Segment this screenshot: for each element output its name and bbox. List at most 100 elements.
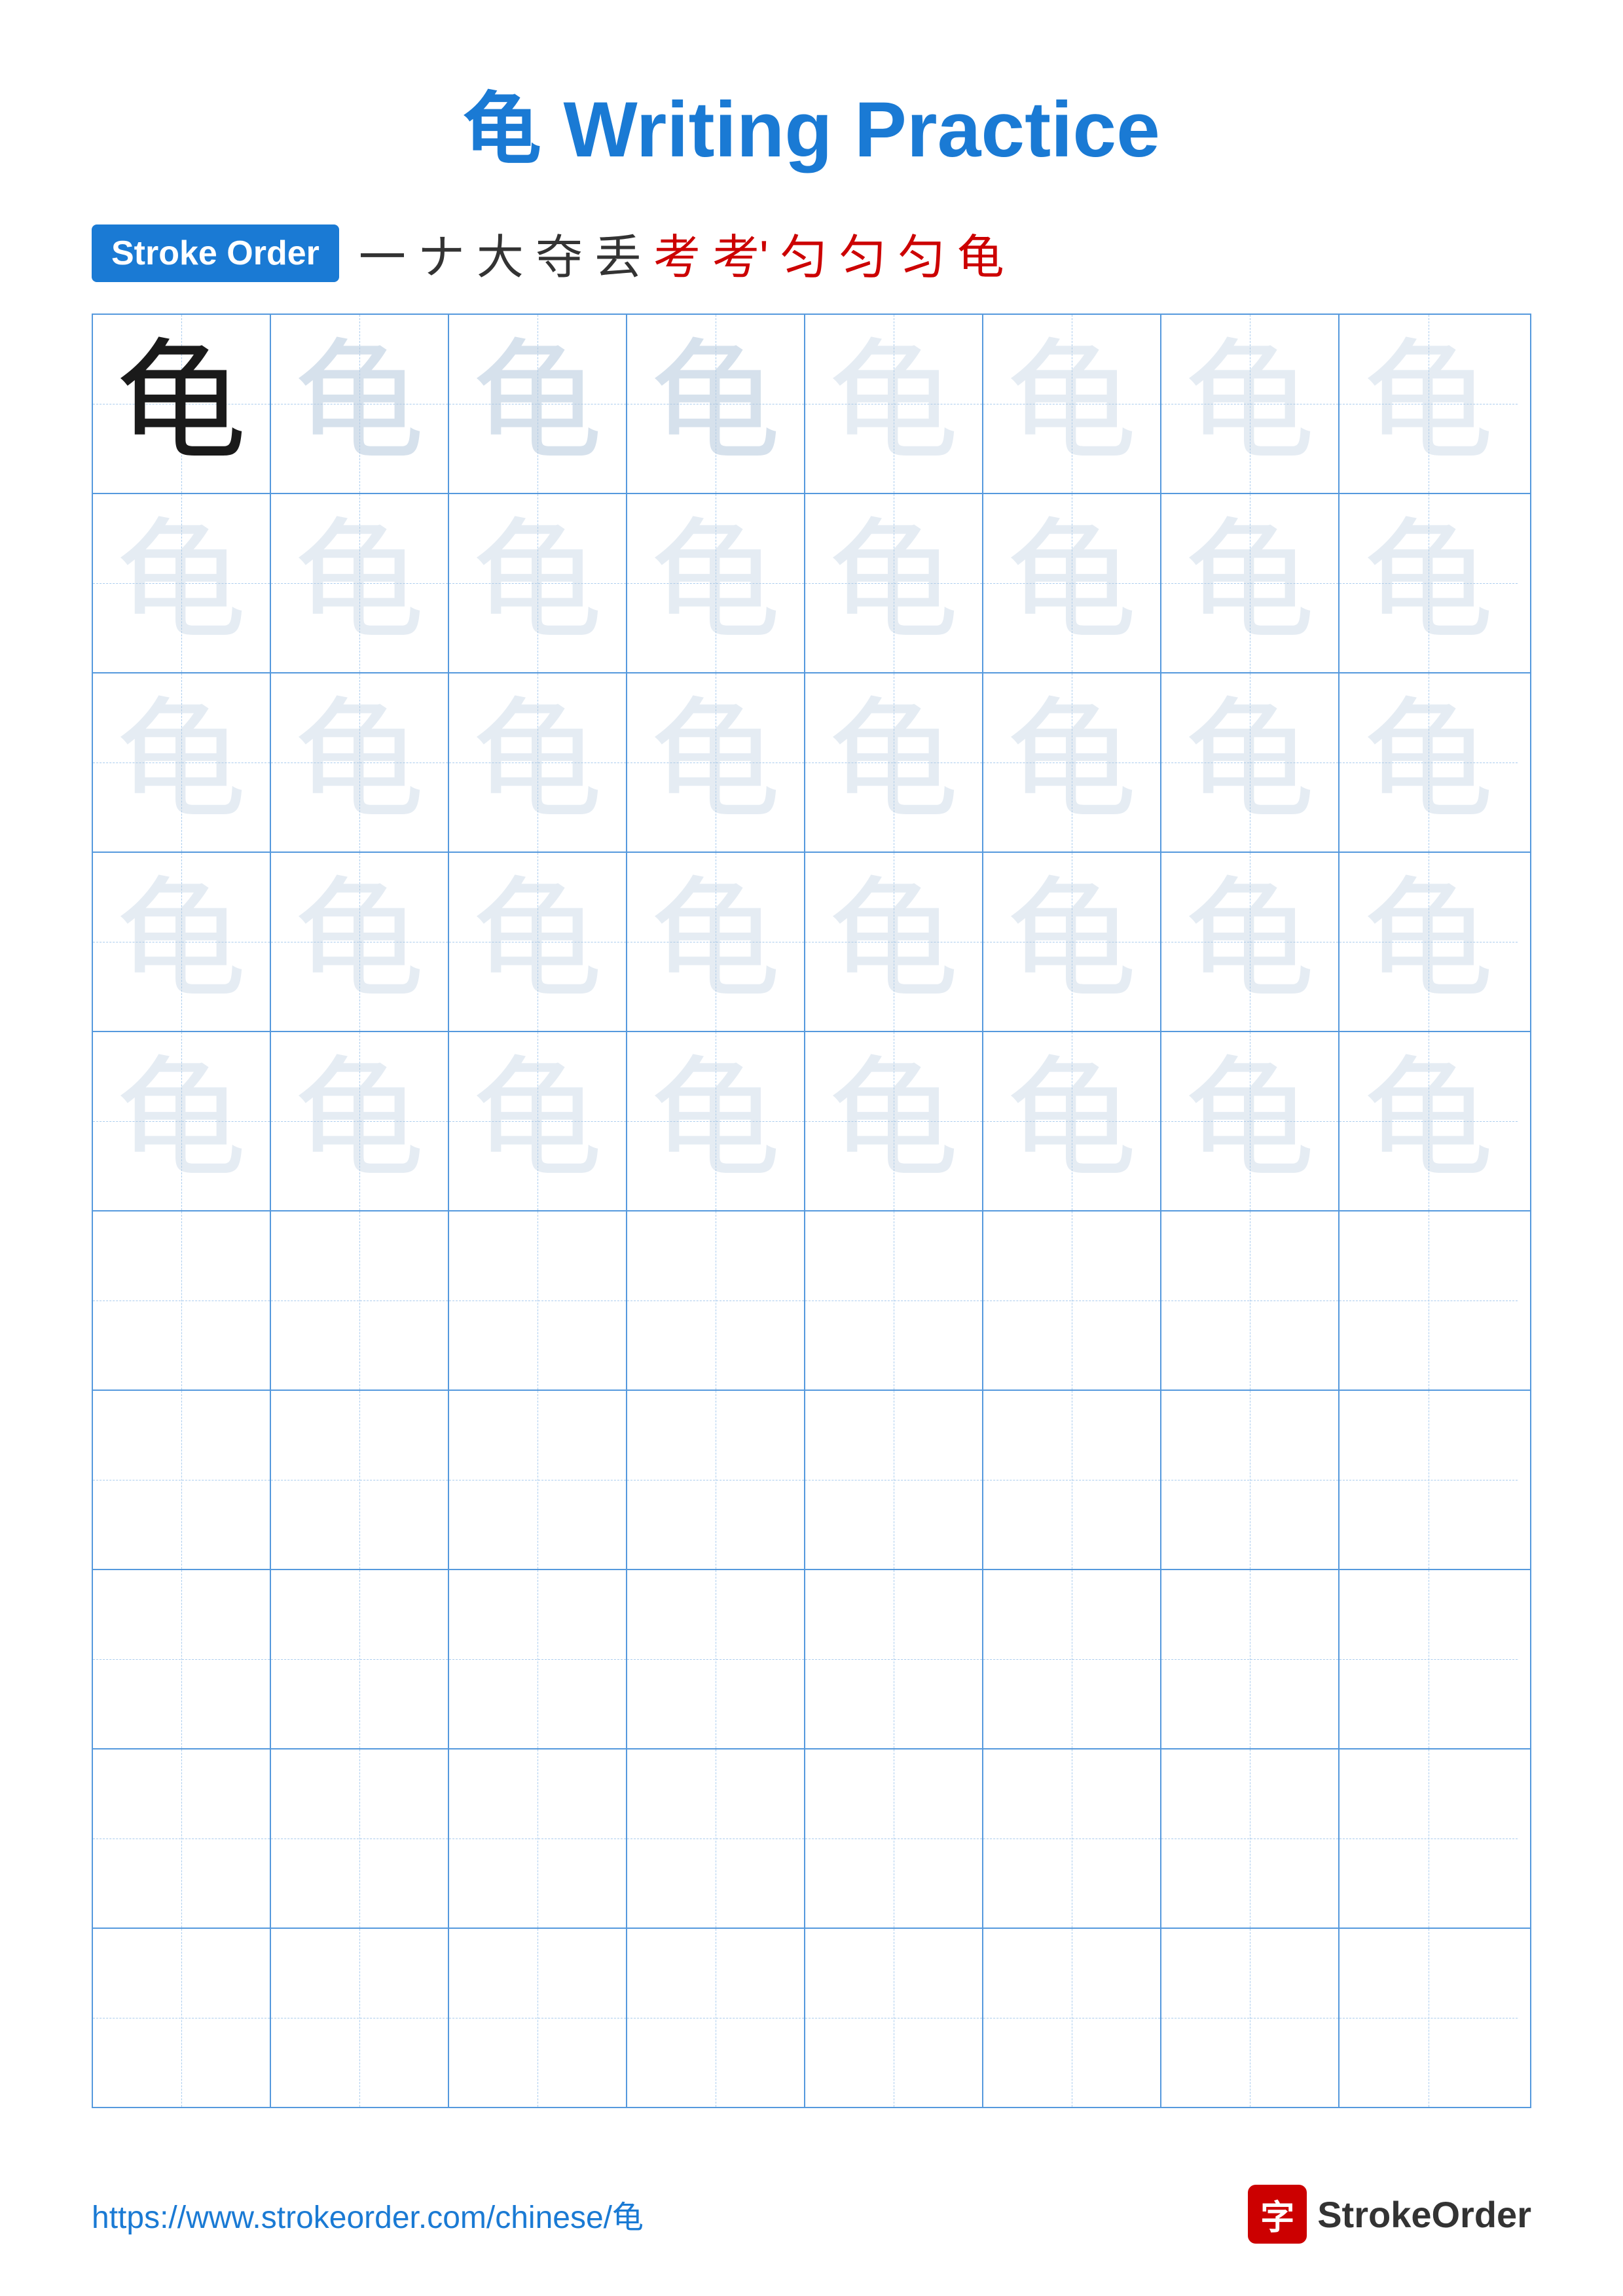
grid-cell[interactable] [271, 1570, 449, 1748]
grid-cell[interactable] [449, 1929, 627, 2107]
footer-logo: 字 StrokeOrder [1248, 2185, 1531, 2244]
grid-cell[interactable]: 龟 [627, 494, 805, 672]
grid-cell[interactable] [983, 1570, 1161, 1748]
stroke-6: 考 [653, 219, 701, 287]
grid-cell[interactable]: 龟 [805, 1032, 983, 1210]
grid-cell[interactable] [627, 1749, 805, 1928]
grid-cell[interactable]: 龟 [805, 315, 983, 493]
grid-cell[interactable]: 龟 [449, 315, 627, 493]
grid-cell[interactable] [93, 1391, 271, 1569]
grid-cell[interactable]: 龟 [983, 853, 1161, 1031]
practice-char: 龟 [116, 518, 247, 649]
stroke-4: 夺 [536, 219, 583, 287]
grid-cell[interactable]: 龟 [1340, 494, 1518, 672]
grid-cell[interactable]: 龟 [627, 853, 805, 1031]
grid-cell[interactable] [805, 1749, 983, 1928]
grid-cell[interactable] [449, 1391, 627, 1569]
grid-cell[interactable]: 龟 [449, 673, 627, 852]
grid-cell[interactable]: 龟 [805, 853, 983, 1031]
grid-cell[interactable]: 龟 [1161, 494, 1340, 672]
grid-cell[interactable] [1340, 1570, 1518, 1748]
grid-cell[interactable]: 龟 [93, 315, 271, 493]
grid-cell[interactable] [271, 1391, 449, 1569]
practice-char: 龟 [650, 697, 781, 828]
grid-cell[interactable] [271, 1211, 449, 1390]
grid-cell[interactable] [271, 1749, 449, 1928]
grid-cell[interactable]: 龟 [805, 673, 983, 852]
grid-cell[interactable] [627, 1391, 805, 1569]
grid-cell[interactable]: 龟 [627, 315, 805, 493]
grid-cell[interactable]: 龟 [1340, 673, 1518, 852]
grid-cell[interactable]: 龟 [271, 853, 449, 1031]
practice-char: 龟 [1363, 876, 1494, 1007]
stroke-order-section: Stroke Order 一 ナ 大 夺 丢 考 考' 匀 匀 匀 龟 [0, 219, 1623, 287]
grid-cell[interactable] [627, 1570, 805, 1748]
practice-char: 龟 [294, 1056, 425, 1187]
grid-cell[interactable] [1161, 1570, 1340, 1748]
grid-cell[interactable]: 龟 [93, 494, 271, 672]
grid-cell[interactable]: 龟 [449, 494, 627, 672]
grid-cell[interactable] [805, 1570, 983, 1748]
grid-cell[interactable] [93, 1929, 271, 2107]
grid-cell[interactable]: 龟 [1161, 315, 1340, 493]
grid-cell[interactable] [627, 1211, 805, 1390]
grid-cell[interactable] [1161, 1211, 1340, 1390]
grid-row: 龟龟龟龟龟龟龟龟 [93, 853, 1530, 1032]
stroke-7: 考' [712, 219, 769, 287]
grid-row [93, 1211, 1530, 1391]
grid-cell[interactable] [93, 1749, 271, 1928]
grid-cell[interactable] [1161, 1749, 1340, 1928]
grid-cell[interactable]: 龟 [271, 1032, 449, 1210]
practice-char: 龟 [1184, 518, 1315, 649]
grid-cell[interactable]: 龟 [271, 673, 449, 852]
grid-cell[interactable] [805, 1211, 983, 1390]
grid-cell[interactable]: 龟 [271, 315, 449, 493]
practice-char: 龟 [650, 518, 781, 649]
grid-cell[interactable] [983, 1929, 1161, 2107]
practice-grid[interactable]: 龟龟龟龟龟龟龟龟龟龟龟龟龟龟龟龟龟龟龟龟龟龟龟龟龟龟龟龟龟龟龟龟龟龟龟龟龟龟龟龟 [92, 314, 1531, 2108]
grid-cell[interactable] [983, 1391, 1161, 1569]
grid-cell[interactable]: 龟 [271, 494, 449, 672]
grid-cell[interactable]: 龟 [93, 1032, 271, 1210]
grid-cell[interactable]: 龟 [627, 673, 805, 852]
grid-cell[interactable]: 龟 [983, 1032, 1161, 1210]
grid-cell[interactable] [627, 1929, 805, 2107]
grid-cell[interactable] [93, 1211, 271, 1390]
grid-cell[interactable]: 龟 [983, 673, 1161, 852]
practice-char: 龟 [472, 518, 603, 649]
grid-cell[interactable] [93, 1570, 271, 1748]
grid-cell[interactable]: 龟 [1161, 673, 1340, 852]
grid-cell[interactable]: 龟 [93, 853, 271, 1031]
grid-cell[interactable] [805, 1391, 983, 1569]
grid-cell[interactable] [1161, 1929, 1340, 2107]
stroke-9: 匀 [839, 219, 886, 287]
grid-cell[interactable] [805, 1929, 983, 2107]
grid-cell[interactable] [1340, 1929, 1518, 2107]
grid-cell[interactable] [983, 1749, 1161, 1928]
grid-cell[interactable] [449, 1749, 627, 1928]
grid-cell[interactable]: 龟 [983, 315, 1161, 493]
grid-cell[interactable] [1340, 1211, 1518, 1390]
grid-cell[interactable] [1340, 1749, 1518, 1928]
grid-cell[interactable]: 龟 [1340, 1032, 1518, 1210]
grid-cell[interactable] [449, 1570, 627, 1748]
grid-cell[interactable]: 龟 [983, 494, 1161, 672]
grid-cell[interactable]: 龟 [449, 853, 627, 1031]
grid-cell[interactable] [449, 1211, 627, 1390]
practice-char: 龟 [828, 697, 959, 828]
grid-cell[interactable]: 龟 [1340, 853, 1518, 1031]
grid-cell[interactable] [271, 1929, 449, 2107]
practice-char: 龟 [116, 876, 247, 1007]
grid-cell[interactable]: 龟 [805, 494, 983, 672]
grid-cell[interactable]: 龟 [627, 1032, 805, 1210]
grid-cell[interactable]: 龟 [1161, 853, 1340, 1031]
practice-char: 龟 [1006, 1056, 1137, 1187]
grid-cell[interactable] [983, 1211, 1161, 1390]
grid-cell[interactable]: 龟 [1340, 315, 1518, 493]
practice-char: 龟 [294, 697, 425, 828]
grid-cell[interactable]: 龟 [1161, 1032, 1340, 1210]
grid-cell[interactable]: 龟 [449, 1032, 627, 1210]
grid-cell[interactable]: 龟 [93, 673, 271, 852]
grid-cell[interactable] [1340, 1391, 1518, 1569]
grid-cell[interactable] [1161, 1391, 1340, 1569]
